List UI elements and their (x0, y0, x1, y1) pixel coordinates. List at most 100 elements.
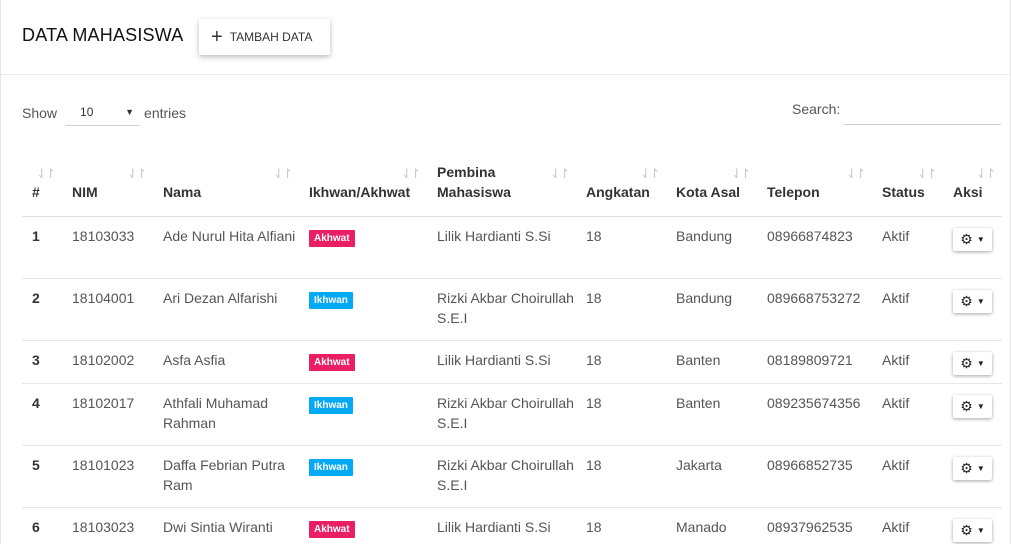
sort-icon: ⇃↾ (846, 166, 866, 181)
show-label: Show (22, 105, 58, 121)
row-nama: Dwi Sintia Wiranti (153, 507, 299, 544)
gear-icon: ⚙ (960, 293, 973, 309)
gender-badge: Akhwat (309, 520, 355, 538)
row-index: 3 (22, 340, 62, 384)
sort-icon: ⇃↾ (731, 166, 751, 181)
plus-icon: + (211, 26, 223, 48)
caret-down-icon: ▼ (976, 525, 985, 535)
row-status: Aktif (872, 383, 943, 446)
row-pembina: Lilik Hardianti S.Si (427, 216, 576, 279)
row-angkatan: 18 (576, 340, 666, 384)
caret-down-icon: ▼ (976, 401, 985, 411)
content-card: DATA MAHASISWA + TAMBAH DATA Show 10 ▼ e… (0, 0, 1011, 544)
card-header: DATA MAHASISWA + TAMBAH DATA (1, 0, 1011, 75)
row-telepon: 08966852735 (757, 445, 872, 508)
sort-icon: ⇃↾ (127, 166, 147, 181)
sort-icon: ⇃↾ (976, 166, 996, 181)
sort-icon: ⇃↾ (401, 166, 421, 181)
entries-select-value: 10 (80, 105, 94, 119)
sort-icon: ⇃↾ (917, 166, 937, 181)
sort-icon: ⇃↾ (640, 166, 660, 181)
table-row: 1 18103033 Ade Nurul Hita Alfiani Akhwat… (22, 216, 1002, 279)
entries-select[interactable]: 10 ▼ (65, 100, 141, 126)
column-header-angkatan[interactable]: ⇃↾ Angkatan (576, 154, 666, 217)
gear-icon: ⚙ (960, 231, 973, 247)
row-index: 5 (22, 445, 62, 508)
row-nim: 18103033 (62, 216, 153, 279)
row-actions-button[interactable]: ⚙ ▼ (953, 518, 992, 542)
sort-icon: ⇃↾ (550, 166, 570, 181)
row-actions-button[interactable]: ⚙ ▼ (953, 227, 992, 251)
gear-icon: ⚙ (960, 355, 973, 371)
row-telepon: 089235674356 (757, 383, 872, 446)
caret-down-icon: ▼ (976, 296, 985, 306)
column-header-kota[interactable]: ⇃↾ Kota Asal (666, 154, 757, 217)
row-kota: Bandung (666, 278, 757, 341)
caret-down-icon: ▼ (976, 358, 985, 368)
row-pembina: Lilik Hardianti S.Si (427, 507, 576, 544)
row-nama: Ari Dezan Alfarishi (153, 278, 299, 341)
row-angkatan: 18 (576, 445, 666, 508)
row-status: Aktif (872, 340, 943, 384)
row-index: 4 (22, 383, 62, 446)
row-actions-button[interactable]: ⚙ ▼ (953, 456, 992, 480)
row-actions-button[interactable]: ⚙ ▼ (953, 289, 992, 313)
table-header-row: ⇃↾ # ⇃↾ NIM ⇃↾ Nama ⇃↾ Ikhwan/Akhwat ⇃↾ Pembi… (22, 154, 1002, 217)
table-row: 2 18104001 Ari Dezan Alfarishi Ikhwan Ri… (22, 278, 1002, 341)
row-telepon: 08189809721 (757, 340, 872, 384)
add-data-label: TAMBAH DATA (229, 30, 313, 44)
row-pembina: Lilik Hardianti S.Si (427, 340, 576, 384)
row-telepon: 08966874823 (757, 216, 872, 279)
row-nim: 18104001 (62, 278, 153, 341)
row-nim: 18102002 (62, 340, 153, 384)
column-header-telepon[interactable]: ⇃↾ Telepon (757, 154, 872, 217)
row-index: 6 (22, 507, 62, 544)
row-status: Aktif (872, 445, 943, 508)
column-header-index[interactable]: ⇃↾ # (22, 154, 62, 217)
row-angkatan: 18 (576, 507, 666, 544)
column-header-status[interactable]: ⇃↾ Status (872, 154, 943, 217)
search-input[interactable] (844, 98, 1001, 125)
row-nama: Athfali Muhamad Rahman (153, 383, 299, 446)
gender-badge: Akhwat (309, 229, 355, 247)
gear-icon: ⚙ (960, 460, 973, 476)
sort-asc-icon: ⇃↾ (36, 166, 56, 181)
column-header-pembina[interactable]: ⇃↾ Pembina Mahasiswa (427, 154, 576, 217)
row-actions-button[interactable]: ⚙ ▼ (953, 394, 992, 418)
row-index: 2 (22, 278, 62, 341)
row-telepon: 089668753272 (757, 278, 872, 341)
column-header-aksi[interactable]: ⇃↾ Aksi (943, 154, 1002, 217)
row-telepon: 08937962535 (757, 507, 872, 544)
column-header-gender[interactable]: ⇃↾ Ikhwan/Akhwat (299, 154, 427, 217)
entries-label: entries (144, 105, 187, 121)
row-status: Aktif (872, 216, 943, 279)
row-kota: Banten (666, 383, 757, 446)
row-index: 1 (22, 216, 62, 279)
column-header-nama[interactable]: ⇃↾ Nama (153, 154, 299, 217)
entries-length-control: Show 10 ▼ entries (22, 100, 186, 126)
add-data-button[interactable]: + TAMBAH DATA (199, 19, 330, 55)
row-actions-button[interactable]: ⚙ ▼ (953, 351, 992, 375)
row-nim: 18102017 (62, 383, 153, 446)
row-kota: Bandung (666, 216, 757, 279)
row-pembina: Rizki Akbar Choirullah S.E.I (427, 445, 576, 508)
row-angkatan: 18 (576, 216, 666, 279)
gender-badge: Akhwat (309, 353, 355, 371)
row-status: Aktif (872, 507, 943, 544)
dropdown-caret-icon: ▼ (125, 107, 135, 117)
caret-down-icon: ▼ (976, 463, 985, 473)
row-angkatan: 18 (576, 278, 666, 341)
row-nama: Asfa Asfia (153, 340, 299, 384)
table-row: 5 18101023 Daffa Febrian Putra Ram Ikhwa… (22, 445, 1002, 508)
gender-badge: Ikhwan (309, 396, 353, 414)
column-header-nim[interactable]: ⇃↾ NIM (62, 154, 153, 217)
row-kota: Jakarta (666, 445, 757, 508)
search-label: Search: (792, 101, 841, 117)
students-table: ⇃↾ # ⇃↾ NIM ⇃↾ Nama ⇃↾ Ikhwan/Akhwat ⇃↾ Pembi… (22, 154, 1002, 544)
sort-icon: ⇃↾ (273, 166, 293, 181)
table-row: 4 18102017 Athfali Muhamad Rahman Ikhwan… (22, 383, 1002, 446)
table-row: 3 18102002 Asfa Asfia Akhwat Lilik Hardi… (22, 340, 1002, 384)
row-angkatan: 18 (576, 383, 666, 446)
row-kota: Manado (666, 507, 757, 544)
caret-down-icon: ▼ (976, 234, 985, 244)
